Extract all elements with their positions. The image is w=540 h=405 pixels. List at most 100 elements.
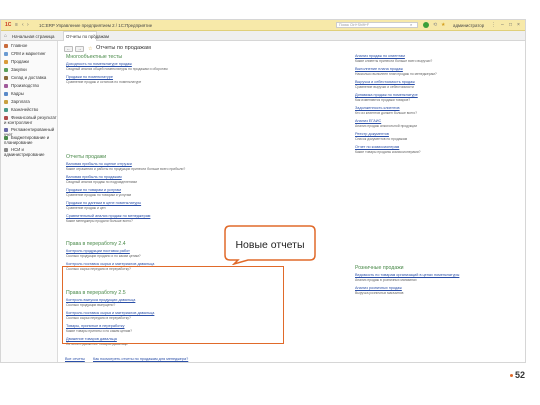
- sidebar-item-icon: [4, 44, 8, 48]
- page-dot-icon: [510, 374, 513, 378]
- home-icon[interactable]: ⌂: [4, 33, 7, 39]
- sidebar-item[interactable]: Продажи: [4, 59, 57, 65]
- sidebar-item-icon: [4, 60, 8, 64]
- sidebar-item-label: Финансовый результат и контроллинг: [4, 115, 57, 125]
- report-link[interactable]: Выручка и себестоимость продаж: [355, 80, 415, 84]
- report-link[interactable]: Сравнительный анализ продаж по менеджера…: [66, 214, 150, 218]
- report-link[interactable]: Отчет по комиссионерам: [355, 145, 399, 149]
- user-name[interactable]: администратор: [453, 23, 484, 28]
- close-icon[interactable]: ×: [517, 22, 520, 28]
- forward-arrow-icon[interactable]: ›: [27, 22, 29, 28]
- sidebar-item[interactable]: Склад и доставка: [4, 75, 57, 81]
- report-section-title: Отчеты продажи: [66, 154, 107, 160]
- sidebar-item[interactable]: Зарплата: [4, 99, 57, 105]
- report-description: Выручка розничных магазинов: [355, 291, 404, 295]
- tab-home[interactable]: Начальная страница: [12, 34, 54, 39]
- report-link[interactable]: Задолженность клиентов: [355, 106, 400, 110]
- menu-icon[interactable]: ≡: [15, 22, 18, 28]
- report-link[interactable]: Динамика продаж по номенклатуре: [355, 93, 418, 97]
- sidebar-item-label: Кадры: [11, 91, 24, 97]
- sidebar-item-label: НСИ и администрирование: [4, 147, 45, 157]
- sidebar-item[interactable]: Финансовый результат и контроллинг: [4, 115, 57, 125]
- report-link[interactable]: Валовая прибыль по оценке отгрузки: [66, 162, 132, 166]
- report-description: Какие клиенты принесли больше всего выру…: [355, 59, 433, 63]
- app-logo: 1С: [5, 22, 12, 28]
- report-link[interactable]: Доходность по номенклатуре продаж: [66, 62, 132, 66]
- report-description: Насколько выполнен план продаж по менедж…: [355, 72, 437, 76]
- sidebar-item[interactable]: Закупки: [4, 67, 57, 73]
- tab-sales-reports[interactable]: Отчеты по продажам: [66, 34, 109, 39]
- favorite-star-icon[interactable]: ☆: [88, 46, 92, 52]
- search-icon[interactable]: ⌕: [410, 22, 412, 28]
- sidebar-item-icon: [4, 100, 8, 104]
- report-section-title: Розничные продажи: [355, 265, 404, 271]
- sidebar-item-label: Казначейство: [11, 107, 39, 113]
- sidebar-item-icon: [4, 108, 8, 112]
- sidebar-item[interactable]: CRM и маркетинг: [4, 51, 57, 57]
- report-description: Сравнение выручки и себестоимости: [355, 85, 414, 89]
- report-link[interactable]: Продажи по данным в цене номенклатуры: [66, 201, 141, 205]
- report-section-title: Права в переработку 2.4: [66, 241, 126, 247]
- slide: 1С ≡ ‹ › 1С:ERP Управление предприятием …: [0, 0, 540, 405]
- report-link[interactable]: Валовая прибыль по продажам: [66, 175, 122, 179]
- sidebar-item-icon: [4, 76, 8, 80]
- tab-close-icon[interactable]: ×: [93, 33, 96, 38]
- sidebar-item-label: Закупки: [11, 67, 27, 73]
- sidebar-item-icon: [4, 68, 8, 72]
- report-link[interactable]: Анализ продаж по клиентам: [355, 54, 405, 58]
- forward-button[interactable]: →: [75, 46, 84, 52]
- report-description: Какие отражения и работы по продукции пр…: [66, 167, 186, 171]
- sidebar-item[interactable]: Главное: [4, 43, 57, 49]
- report-link[interactable]: Ведомость по товарам организаций в ценах…: [355, 273, 459, 277]
- report-link[interactable]: Контроль продукции поставок работ: [66, 249, 130, 253]
- notifications-icon[interactable]: [423, 22, 429, 28]
- sidebar: Главное CRM и маркетинг Продажи Закупки Скла…: [1, 41, 58, 362]
- sidebar-item[interactable]: Кадры: [4, 91, 57, 97]
- highlight-frame: [62, 266, 284, 344]
- back-button[interactable]: ←: [64, 46, 73, 52]
- callout-bubble: Новые отчеты: [224, 225, 316, 265]
- report-link[interactable]: Продажи по товарам и услугам: [66, 188, 121, 192]
- sidebar-item-icon: [4, 84, 8, 88]
- sidebar-item-label: Бюджетирование и планирование: [4, 135, 50, 145]
- report-description: Какие товары проданы комиссионерами?: [355, 150, 421, 154]
- sidebar-item[interactable]: НСИ и администрирование: [4, 147, 57, 157]
- tab-bar: ⌂ Начальная страница Отчеты по продажам …: [1, 31, 525, 41]
- back-arrow-icon[interactable]: ‹: [22, 22, 24, 28]
- sidebar-item-label: Производство: [11, 83, 40, 89]
- maximize-icon[interactable]: □: [509, 22, 512, 28]
- report-description: Сводный анализ общей номенклатуры по про…: [66, 67, 168, 71]
- report-link[interactable]: Продажи по номенклатуре: [66, 75, 113, 79]
- sidebar-item-label: Главное: [11, 43, 28, 49]
- help-question-link[interactable]: Как посмотреть отчеты по продажам для ме…: [93, 357, 188, 361]
- report-description: Какие менеджеры продали больше всего?: [66, 219, 133, 223]
- settings-icon[interactable]: ⋮: [491, 22, 496, 28]
- report-description: Сводный анализ продаж по подразделениям: [66, 180, 137, 184]
- report-link[interactable]: Анализ ЕГАИС: [355, 119, 381, 123]
- report-description: Как изменяются продажи товаров?: [355, 98, 411, 102]
- callout-text: Новые отчеты: [235, 239, 305, 251]
- sidebar-item-label: Продажи: [11, 59, 29, 65]
- history-icon[interactable]: ⟲: [433, 22, 437, 28]
- sidebar-item[interactable]: Производство: [4, 83, 57, 89]
- minimize-icon[interactable]: –: [501, 22, 504, 28]
- page-title: Отчеты по продажам: [96, 45, 151, 51]
- page-number: 52: [510, 370, 525, 380]
- report-description: Анализ продаж в розничных магазинах: [355, 278, 417, 282]
- search-input[interactable]: Поиск Ctrl+Shift+F: [336, 22, 418, 28]
- star-icon[interactable]: ★: [441, 22, 445, 28]
- sidebar-item[interactable]: Бюджетирование и планирование: [4, 135, 57, 145]
- sidebar-item-icon: [4, 92, 8, 96]
- report-link[interactable]: Выполнение плана продаж: [355, 67, 403, 71]
- all-reports-link[interactable]: Все отчеты: [65, 357, 85, 361]
- report-description: Список документов по продажам: [355, 137, 408, 141]
- report-section-title: Многообъектные тесты: [66, 54, 123, 60]
- report-description: Сколько продукции продано и по каким цен…: [66, 254, 141, 258]
- window-title: 1С:ERP Управление предприятием 2 / 1С:Пр…: [39, 23, 153, 28]
- report-link[interactable]: Реестр документов: [355, 132, 389, 136]
- report-link[interactable]: Анализ розничных продаж: [355, 286, 402, 290]
- sidebar-item[interactable]: Казначейство: [4, 107, 57, 113]
- sidebar-item-label: Зарплата: [11, 99, 30, 105]
- report-description: Сравнение продаж и остатков по номенклат…: [66, 80, 142, 84]
- sidebar-item-label: CRM и маркетинг: [11, 51, 46, 57]
